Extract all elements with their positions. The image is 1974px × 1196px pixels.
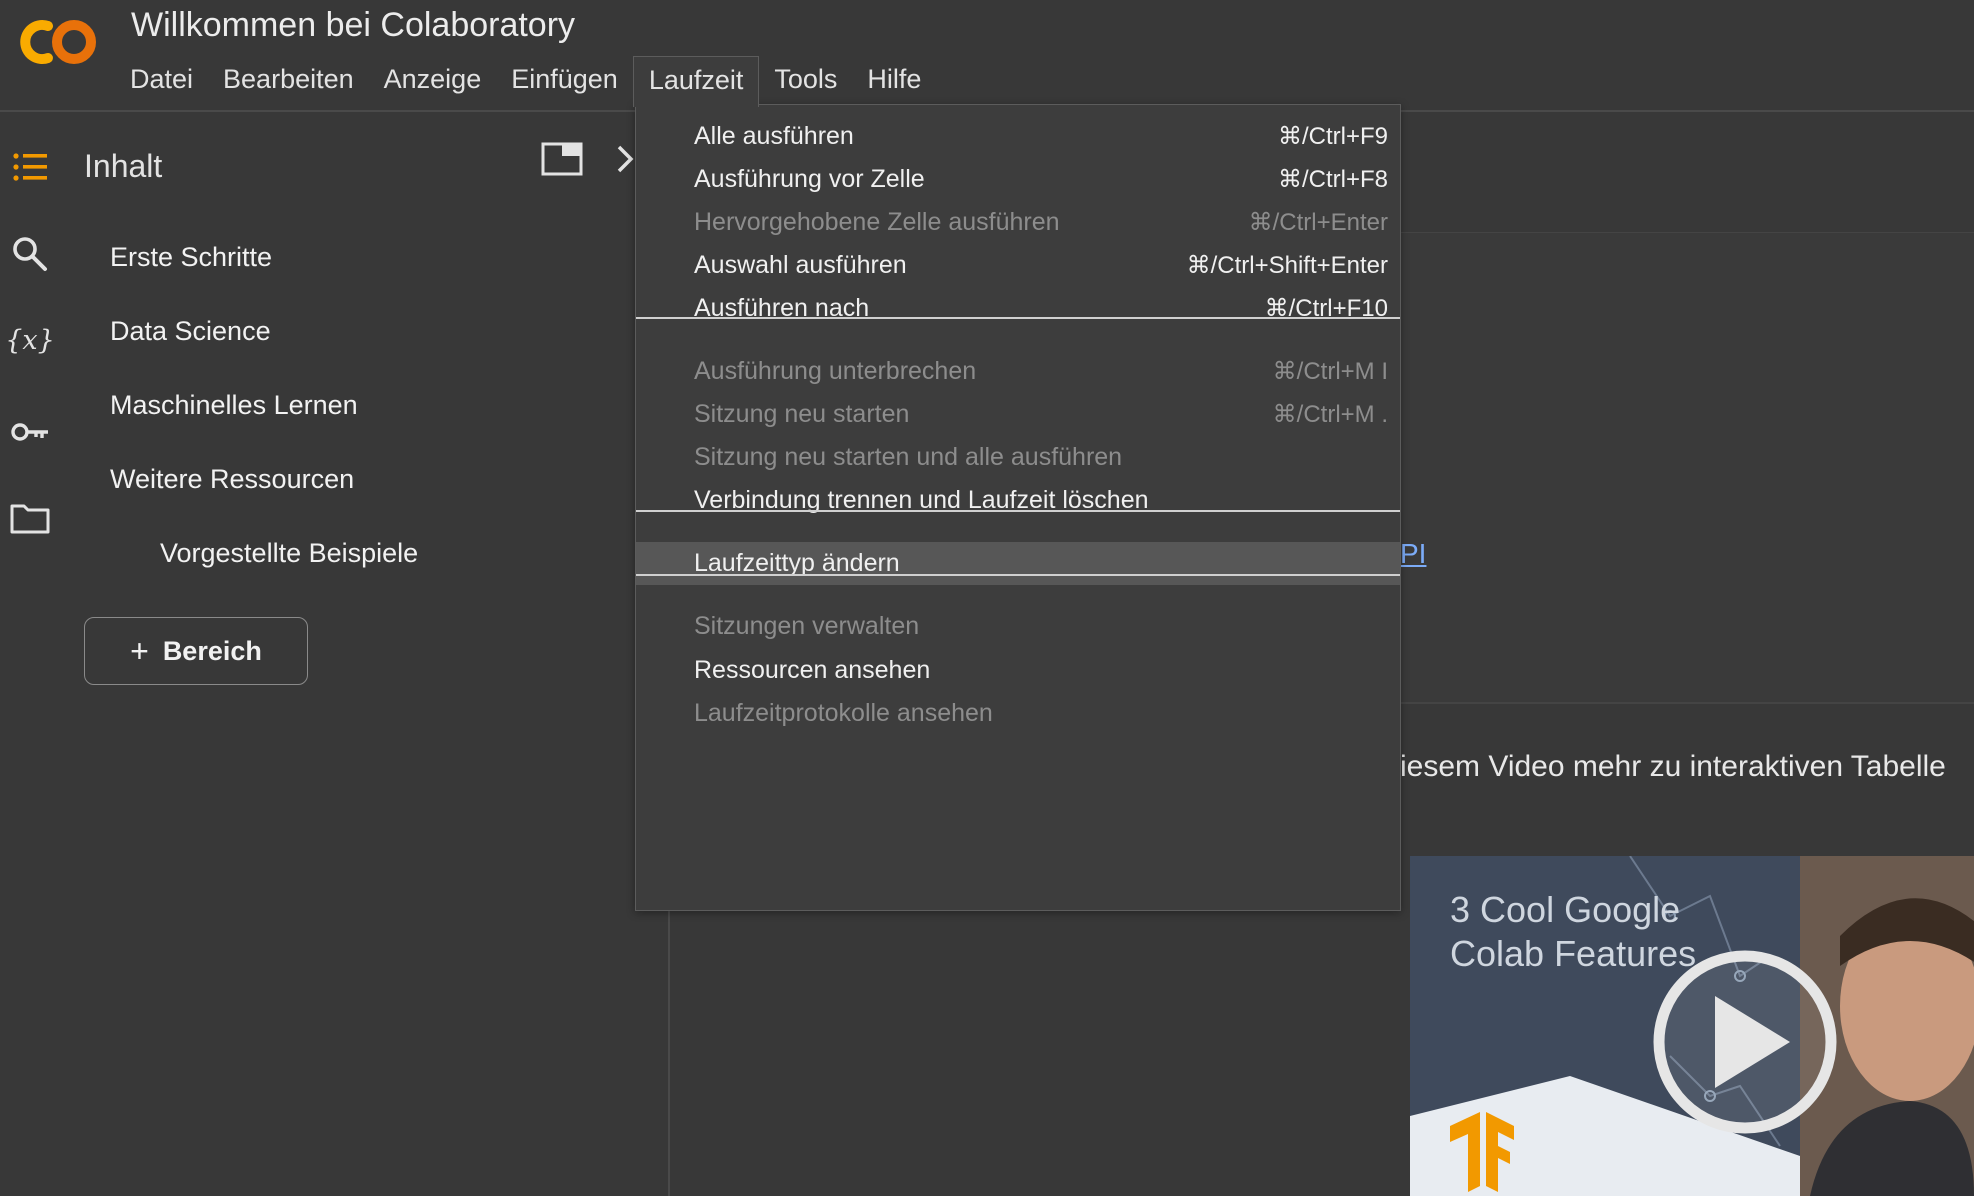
menu-item-label: Ausführung vor Zelle bbox=[694, 165, 925, 193]
toc-item-maschinelles-lernen[interactable]: Maschinelles Lernen bbox=[110, 390, 358, 421]
menu-item-label: Alle ausführen bbox=[694, 122, 854, 150]
menu-item-shortcut: ⌘/Ctrl+M I bbox=[1272, 358, 1388, 385]
menu-hilfe[interactable]: Hilfe bbox=[852, 56, 936, 104]
text-cell[interactable] bbox=[1400, 232, 1974, 703]
add-section-label: Bereich bbox=[162, 635, 262, 666]
add-section-button[interactable]: + Bereich bbox=[84, 617, 308, 685]
menu-separator bbox=[636, 317, 1400, 319]
menu-item-label: Ressourcen ansehen bbox=[694, 656, 931, 684]
cell-link[interactable]: PI bbox=[1400, 538, 1426, 570]
menu-bearbeiten[interactable]: Bearbeiten bbox=[208, 56, 369, 104]
key-icon[interactable] bbox=[8, 410, 52, 454]
menu-separator bbox=[636, 510, 1400, 512]
menu-separator bbox=[636, 574, 1400, 576]
menu-item-shortcut: ⌘/Ctrl+F9 bbox=[1277, 123, 1388, 150]
video-title-line1: 3 Cool Google bbox=[1450, 889, 1680, 930]
video-title-line2: Colab Features bbox=[1450, 933, 1696, 974]
menu-item-label: Auswahl ausführen bbox=[694, 251, 907, 279]
menu-item-laufzeittyp-aendern[interactable]: Laufzeittyp ändern bbox=[636, 542, 1400, 585]
menu-item-shortcut: ⌘/Ctrl+M . bbox=[1272, 401, 1388, 428]
menu-item-label: Hervorgehobene Zelle ausführen bbox=[694, 208, 1060, 236]
cell-divider bbox=[1400, 702, 1974, 704]
menu-item-hervorgehobene-zelle-ausfuehren[interactable]: Hervorgehobene Zelle ausführen ⌘/Ctrl+Ent… bbox=[636, 201, 1400, 244]
plus-icon: + bbox=[130, 632, 149, 669]
toc-title: Inhalt bbox=[84, 148, 163, 184]
menu-tools[interactable]: Tools bbox=[759, 56, 852, 104]
menu-item-ressourcen-ansehen[interactable]: Ressourcen ansehen bbox=[636, 649, 1400, 692]
menu-datei[interactable]: Datei bbox=[115, 56, 208, 104]
menu-item-sitzung-neu-starten[interactable]: Sitzung neu starten ⌘/Ctrl+M . bbox=[636, 393, 1400, 436]
toc-item-weitere-ressourcen[interactable]: Weitere Ressourcen bbox=[110, 464, 354, 495]
menu-item-auswahl-ausfuehren[interactable]: Auswahl ausführen ⌘/Ctrl+Shift+Enter bbox=[636, 244, 1400, 287]
menu-einfuegen[interactable]: Einfügen bbox=[496, 56, 633, 104]
menu-item-sitzungen-verwalten[interactable]: Sitzungen verwalten bbox=[636, 605, 1400, 648]
menu-laufzeit[interactable]: Laufzeit bbox=[632, 56, 760, 107]
toc-item-erste-schritte[interactable]: Erste Schritte bbox=[110, 242, 272, 273]
notebook-title[interactable]: Willkommen bei Colaboratory bbox=[131, 6, 575, 45]
menu-item-label: Ausführung unterbrechen bbox=[694, 357, 977, 385]
open-in-tab-icon[interactable] bbox=[540, 140, 584, 178]
menu-item-label: Sitzungen verwalten bbox=[694, 612, 920, 640]
toc-item-data-science[interactable]: Data Science bbox=[110, 316, 271, 347]
menu-item-laufzeitprotokolle-ansehen[interactable]: Laufzeitprotokolle ansehen bbox=[636, 692, 1400, 735]
menu-anzeige[interactable]: Anzeige bbox=[369, 56, 497, 104]
notebook-toolbar bbox=[1390, 112, 1974, 230]
laufzeit-menu: Alle ausführen ⌘/Ctrl+F9 Ausführung vor Ze… bbox=[635, 104, 1401, 911]
menu-item-ausfuehrung-unterbrechen[interactable]: Ausführung unterbrechen ⌘/Ctrl+M I bbox=[636, 350, 1400, 393]
colab-window: Willkommen bei Colaboratory Datei Bearbei… bbox=[0, 0, 1974, 1196]
menu-item-shortcut: ⌘/Ctrl+Enter bbox=[1248, 209, 1388, 236]
video-thumbnail[interactable]: 3 Cool Google Colab Features bbox=[1410, 856, 1974, 1196]
colab-logo[interactable] bbox=[12, 16, 100, 68]
video-description: iesem Video mehr zu interaktiven Tabelle bbox=[1400, 750, 1946, 783]
variables-icon[interactable]: {x} bbox=[5, 318, 55, 362]
menu-item-sitzung-neu-starten-und-alle-ausfuehren[interactable]: Sitzung neu starten und alle ausführen bbox=[636, 436, 1400, 479]
menu-item-shortcut: ⌘/Ctrl+Shift+Enter bbox=[1186, 252, 1388, 279]
menu-item-ausfuehrung-vor-zelle[interactable]: Ausführung vor Zelle ⌘/Ctrl+F8 bbox=[636, 158, 1400, 201]
svg-text:{x}: {x} bbox=[8, 325, 52, 356]
menu-item-label: Laufzeitprotokolle ansehen bbox=[694, 699, 993, 727]
search-icon[interactable] bbox=[8, 232, 52, 276]
folder-icon[interactable] bbox=[8, 496, 52, 540]
toc-item-vorgestellte-beispiele[interactable]: Vorgestellte Beispiele bbox=[160, 538, 418, 569]
menu-item-label: Sitzung neu starten und alle ausführen bbox=[694, 443, 1123, 471]
menu-item-ausfuehren-nach[interactable]: Ausführen nach ⌘/Ctrl+F10 bbox=[636, 287, 1400, 330]
toc-icon[interactable] bbox=[8, 146, 52, 190]
menu-item-shortcut: ⌘/Ctrl+F8 bbox=[1277, 166, 1388, 193]
menu-item-alle-ausfuehren[interactable]: Alle ausführen ⌘/Ctrl+F9 bbox=[636, 115, 1400, 158]
menu-item-verbindung-trennen-und-laufzeit-loeschen[interactable]: Verbindung trennen und Laufzeit löschen bbox=[636, 479, 1400, 522]
menu-item-label: Sitzung neu starten bbox=[694, 400, 910, 428]
menubar: Datei Bearbeiten Anzeige Einfügen Laufzeit To… bbox=[115, 56, 936, 107]
